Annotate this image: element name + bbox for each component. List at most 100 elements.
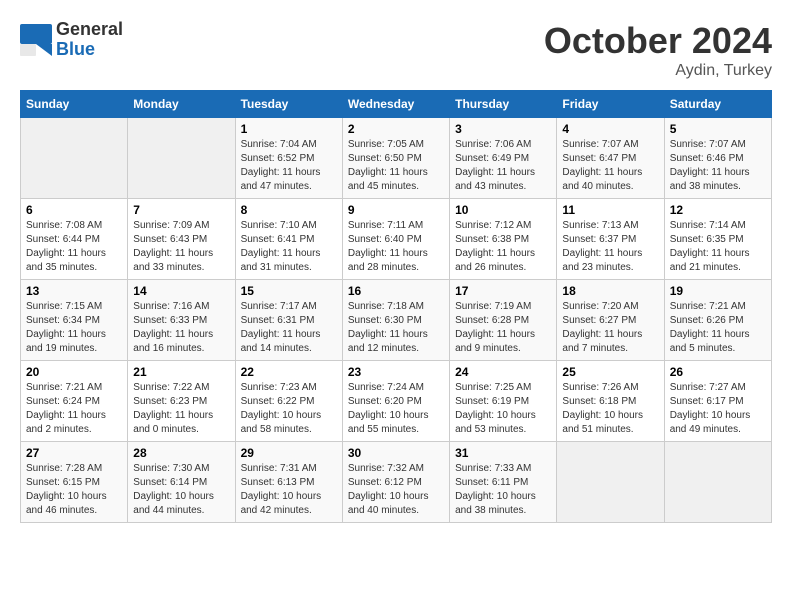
day-detail: Sunrise: 7:24 AMSunset: 6:20 PMDaylight:…	[348, 381, 444, 437]
day-number: 27	[26, 446, 122, 460]
calendar-cell: 26 Sunrise: 7:27 AMSunset: 6:17 PMDayligh…	[664, 361, 771, 442]
calendar-cell: 7 Sunrise: 7:09 AMSunset: 6:43 PMDaylight…	[128, 199, 235, 280]
day-detail: Sunrise: 7:05 AMSunset: 6:50 PMDaylight:…	[348, 138, 444, 194]
day-detail: Sunrise: 7:30 AMSunset: 6:14 PMDaylight:…	[133, 462, 229, 518]
day-number: 28	[133, 446, 229, 460]
day-detail: Sunrise: 7:26 AMSunset: 6:18 PMDaylight:…	[562, 381, 658, 437]
calendar-cell	[128, 118, 235, 199]
day-number: 29	[241, 446, 337, 460]
calendar-header: SundayMondayTuesdayWednesdayThursdayFrid…	[21, 91, 772, 118]
day-number: 15	[241, 284, 337, 298]
page-header: General Blue October 2024 Aydin, Turkey	[20, 20, 772, 80]
day-number: 24	[455, 365, 551, 379]
day-number: 3	[455, 122, 551, 136]
calendar-cell: 17 Sunrise: 7:19 AMSunset: 6:28 PMDayligh…	[450, 280, 557, 361]
calendar-cell: 3Sunrise: 7:06 AMSunset: 6:49 PMDaylight…	[450, 118, 557, 199]
calendar-week-row: 6Sunrise: 7:08 AMSunset: 6:44 PMDaylight…	[21, 199, 772, 280]
calendar-cell: 19Sunrise: 7:21 AMSunset: 6:26 PMDayligh…	[664, 280, 771, 361]
title-section: October 2024 Aydin, Turkey	[544, 20, 772, 80]
day-number: 7	[133, 203, 229, 217]
calendar-cell: 18Sunrise: 7:20 AMSunset: 6:27 PMDayligh…	[557, 280, 664, 361]
day-number: 21	[133, 365, 229, 379]
day-detail: Sunrise: 7:27 AMSunset: 6:17 PMDaylight:…	[670, 381, 766, 437]
day-number: 5	[670, 122, 766, 136]
calendar-cell: 22Sunrise: 7:23 AMSunset: 6:22 PMDayligh…	[235, 361, 342, 442]
calendar-cell: 4 Sunrise: 7:07 AMSunset: 6:47 PMDaylight…	[557, 118, 664, 199]
header-row: SundayMondayTuesdayWednesdayThursdayFrid…	[21, 91, 772, 118]
calendar-cell: 2 Sunrise: 7:05 AMSunset: 6:50 PMDaylight…	[342, 118, 449, 199]
day-number: 22	[241, 365, 337, 379]
day-number: 1	[241, 122, 337, 136]
day-detail: Sunrise: 7:16 AMSunset: 6:33 PMDaylight:…	[133, 300, 229, 356]
day-number: 6	[26, 203, 122, 217]
logo-general: General	[56, 20, 123, 40]
day-detail: Sunrise: 7:09 AMSunset: 6:43 PMDaylight:…	[133, 219, 229, 275]
day-detail: Sunrise: 7:07 AMSunset: 6:46 PMDaylight:…	[670, 138, 766, 194]
calendar-cell: 21 Sunrise: 7:22 AMSunset: 6:23 PMDayligh…	[128, 361, 235, 442]
day-detail: Sunrise: 7:07 AMSunset: 6:47 PMDaylight:…	[562, 138, 658, 194]
day-number: 31	[455, 446, 551, 460]
calendar-week-row: 1 Sunrise: 7:04 AMSunset: 6:52 PMDaylight…	[21, 118, 772, 199]
calendar-week-row: 13Sunrise: 7:15 AMSunset: 6:34 PMDayligh…	[21, 280, 772, 361]
day-number: 23	[348, 365, 444, 379]
day-number: 18	[562, 284, 658, 298]
day-number: 20	[26, 365, 122, 379]
day-detail: Sunrise: 7:19 AMSunset: 6:28 PMDaylight:…	[455, 300, 551, 356]
day-detail: Sunrise: 7:28 AMSunset: 6:15 PMDaylight:…	[26, 462, 122, 518]
day-detail: Sunrise: 7:13 AMSunset: 6:37 PMDaylight:…	[562, 219, 658, 275]
day-number: 10	[455, 203, 551, 217]
header-day: Saturday	[664, 91, 771, 118]
calendar-week-row: 20 Sunrise: 7:21 AMSunset: 6:24 PMDayligh…	[21, 361, 772, 442]
calendar-cell: 8Sunrise: 7:10 AMSunset: 6:41 PMDaylight…	[235, 199, 342, 280]
month-title: October 2024	[544, 20, 772, 62]
calendar-table: SundayMondayTuesdayWednesdayThursdayFrid…	[20, 90, 772, 523]
logo-icon	[20, 24, 52, 56]
day-detail: Sunrise: 7:22 AMSunset: 6:23 PMDaylight:…	[133, 381, 229, 437]
calendar-cell: 9 Sunrise: 7:11 AMSunset: 6:40 PMDaylight…	[342, 199, 449, 280]
day-detail: Sunrise: 7:32 AMSunset: 6:12 PMDaylight:…	[348, 462, 444, 518]
calendar-cell: 12 Sunrise: 7:14 AMSunset: 6:35 PMDayligh…	[664, 199, 771, 280]
calendar-cell: 27 Sunrise: 7:28 AMSunset: 6:15 PMDayligh…	[21, 442, 128, 523]
calendar-cell: 20 Sunrise: 7:21 AMSunset: 6:24 PMDayligh…	[21, 361, 128, 442]
day-detail: Sunrise: 7:21 AMSunset: 6:24 PMDaylight:…	[26, 381, 122, 437]
day-detail: Sunrise: 7:11 AMSunset: 6:40 PMDaylight:…	[348, 219, 444, 275]
calendar-cell	[21, 118, 128, 199]
day-detail: Sunrise: 7:14 AMSunset: 6:35 PMDaylight:…	[670, 219, 766, 275]
day-detail: Sunrise: 7:12 AMSunset: 6:38 PMDaylight:…	[455, 219, 551, 275]
calendar-cell: 14 Sunrise: 7:16 AMSunset: 6:33 PMDayligh…	[128, 280, 235, 361]
logo: General Blue	[20, 20, 123, 60]
calendar-cell: 30 Sunrise: 7:32 AMSunset: 6:12 PMDayligh…	[342, 442, 449, 523]
calendar-cell: 16 Sunrise: 7:18 AMSunset: 6:30 PMDayligh…	[342, 280, 449, 361]
day-number: 30	[348, 446, 444, 460]
header-day: Thursday	[450, 91, 557, 118]
header-day: Sunday	[21, 91, 128, 118]
day-number: 4	[562, 122, 658, 136]
day-detail: Sunrise: 7:33 AMSunset: 6:11 PMDaylight:…	[455, 462, 551, 518]
calendar-cell: 23 Sunrise: 7:24 AMSunset: 6:20 PMDayligh…	[342, 361, 449, 442]
calendar-body: 1 Sunrise: 7:04 AMSunset: 6:52 PMDaylight…	[21, 118, 772, 523]
day-number: 9	[348, 203, 444, 217]
calendar-cell: 6Sunrise: 7:08 AMSunset: 6:44 PMDaylight…	[21, 199, 128, 280]
header-day: Friday	[557, 91, 664, 118]
header-day: Monday	[128, 91, 235, 118]
day-detail: Sunrise: 7:31 AMSunset: 6:13 PMDaylight:…	[241, 462, 337, 518]
calendar-cell: 1 Sunrise: 7:04 AMSunset: 6:52 PMDaylight…	[235, 118, 342, 199]
day-detail: Sunrise: 7:25 AMSunset: 6:19 PMDaylight:…	[455, 381, 551, 437]
day-number: 12	[670, 203, 766, 217]
calendar-cell	[664, 442, 771, 523]
logo-blue: Blue	[56, 40, 123, 60]
day-detail: Sunrise: 7:04 AMSunset: 6:52 PMDaylight:…	[241, 138, 337, 194]
day-number: 16	[348, 284, 444, 298]
calendar-cell: 28 Sunrise: 7:30 AMSunset: 6:14 PMDayligh…	[128, 442, 235, 523]
day-number: 8	[241, 203, 337, 217]
day-number: 26	[670, 365, 766, 379]
calendar-cell: 11Sunrise: 7:13 AMSunset: 6:37 PMDayligh…	[557, 199, 664, 280]
day-number: 2	[348, 122, 444, 136]
day-detail: Sunrise: 7:15 AMSunset: 6:34 PMDaylight:…	[26, 300, 122, 356]
calendar-cell: 5 Sunrise: 7:07 AMSunset: 6:46 PMDaylight…	[664, 118, 771, 199]
day-number: 17	[455, 284, 551, 298]
day-detail: Sunrise: 7:18 AMSunset: 6:30 PMDaylight:…	[348, 300, 444, 356]
calendar-cell	[557, 442, 664, 523]
day-number: 14	[133, 284, 229, 298]
calendar-cell: 10 Sunrise: 7:12 AMSunset: 6:38 PMDayligh…	[450, 199, 557, 280]
